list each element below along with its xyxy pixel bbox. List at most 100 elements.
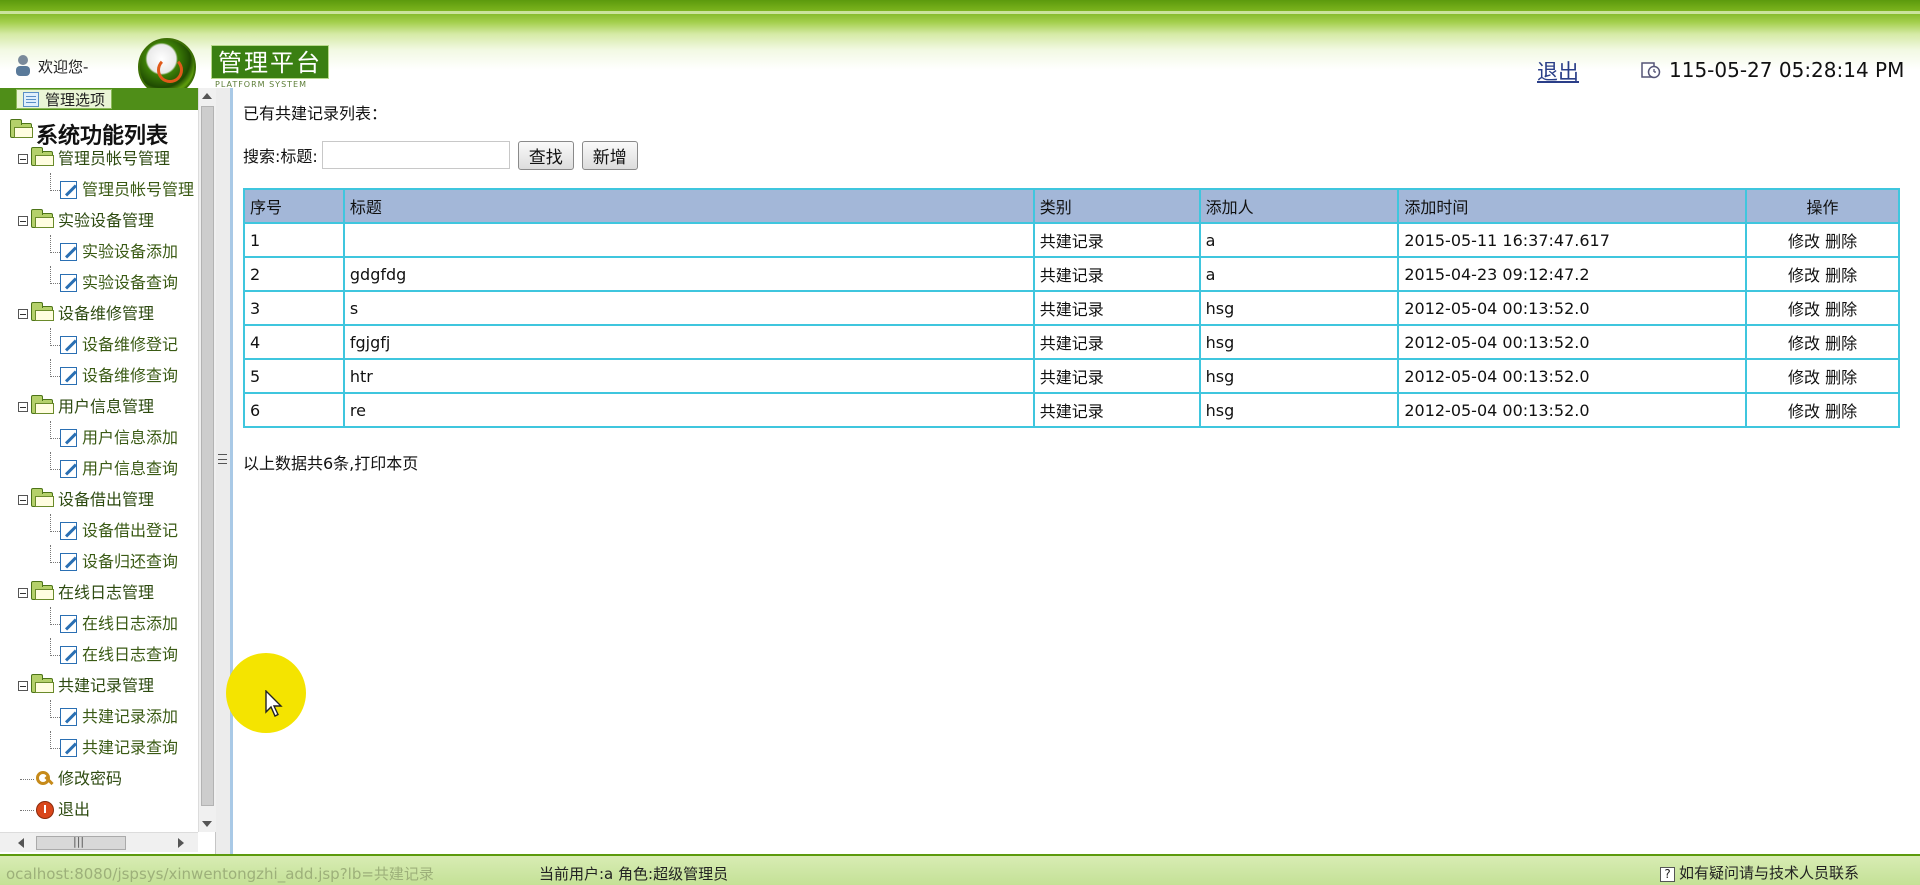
folder-open-icon	[31, 488, 54, 507]
tree-item-record-add[interactable]: 共建记录添加	[40, 700, 178, 728]
tree-item-repair-register[interactable]: 设备维修登记	[40, 328, 178, 356]
cell-time: 2012-05-04 00:13:52.0	[1397, 324, 1748, 360]
folder-open-icon	[31, 209, 54, 228]
cell-actions: 修改 删除	[1745, 358, 1900, 394]
tree-item-lend-register[interactable]: 设备借出登记	[40, 514, 178, 542]
tree-item-repair-query[interactable]: 设备维修查询	[40, 359, 178, 387]
tree-root: 系统功能列表	[10, 118, 168, 149]
collapse-icon[interactable]	[18, 495, 28, 505]
help-icon: ?	[1660, 867, 1675, 882]
cell-title: s	[342, 290, 1035, 326]
tree-item-equipment-add[interactable]: 实验设备添加	[40, 235, 178, 263]
delete-link[interactable]: 删除	[1825, 300, 1857, 319]
edit-page-icon	[60, 646, 77, 664]
tree-item-return-query[interactable]: 设备归还查询	[40, 545, 178, 573]
delete-link[interactable]: 删除	[1825, 232, 1857, 251]
edit-page-icon	[60, 708, 77, 726]
folder-open-icon	[10, 119, 33, 138]
scroll-up-icon[interactable]	[202, 93, 212, 99]
page-title: 已有共建记录列表：	[243, 104, 388, 123]
edit-link[interactable]: 修改	[1788, 334, 1820, 353]
cell-time: 2012-05-04 00:13:52.0	[1397, 290, 1748, 326]
cell-adder: hsg	[1198, 324, 1400, 360]
collapse-icon[interactable]	[18, 154, 28, 164]
cell-id: 3	[243, 290, 345, 326]
status-url: ocalhost:8080/jspsys/xinwentongzhi_add.j…	[6, 865, 434, 883]
cell-category: 共建记录	[1032, 256, 1201, 292]
tree-item-equipment-query[interactable]: 实验设备查询	[40, 266, 178, 294]
tree-group-admin-account[interactable]: 管理员帐号管理	[18, 147, 170, 170]
sidebar-horizontal-scrollbar[interactable]	[0, 832, 198, 852]
column-header: 序号	[243, 188, 345, 224]
user-icon	[14, 54, 32, 78]
cell-id: 4	[243, 324, 345, 360]
sidebar: 管理选项 系统功能列表 管理员帐号管理 管理员帐号管理 实验设备管理 实验设备添…	[0, 88, 216, 854]
table-row: 3 s 共建记录 hsg 2012-05-04 00:13:52.0 修改 删除	[243, 290, 1900, 326]
key-icon	[36, 771, 54, 787]
edit-link[interactable]: 修改	[1788, 368, 1820, 387]
current-user-info: 当前用户:a 角色:超级管理员	[539, 865, 729, 883]
tree-group-user-info[interactable]: 用户信息管理	[18, 395, 154, 418]
tree-item-user-add[interactable]: 用户信息添加	[40, 421, 178, 449]
tab-label: 管理选项	[45, 91, 106, 109]
search-title-input[interactable]	[321, 141, 510, 169]
cell-title: htr	[342, 358, 1035, 394]
cell-adder: a	[1198, 256, 1400, 292]
collapse-icon[interactable]	[18, 402, 28, 412]
scroll-left-icon[interactable]	[18, 838, 24, 848]
logout-link[interactable]: 退出	[1537, 56, 1579, 86]
delete-link[interactable]: 删除	[1825, 402, 1857, 421]
edit-link[interactable]: 修改	[1788, 402, 1820, 421]
cell-title	[342, 222, 1035, 258]
edit-page-icon	[60, 522, 77, 540]
scroll-right-icon[interactable]	[178, 838, 184, 848]
tree-item-log-query[interactable]: 在线日志查询	[40, 638, 178, 666]
collapse-icon[interactable]	[18, 588, 28, 598]
tree-item-change-password[interactable]: 修改密码	[18, 768, 122, 790]
tree-item-user-query[interactable]: 用户信息查询	[40, 452, 178, 480]
search-button[interactable]: 查找	[517, 140, 574, 170]
cell-id: 5	[243, 358, 345, 394]
tab-manage-options[interactable]: 管理选项	[16, 89, 113, 109]
edit-page-icon	[60, 429, 77, 447]
edit-page-icon	[60, 553, 77, 571]
cell-category: 共建记录	[1032, 222, 1201, 258]
scroll-thumb[interactable]	[201, 106, 214, 806]
edit-link[interactable]: 修改	[1788, 300, 1820, 319]
mouse-pointer-icon	[265, 690, 283, 717]
cell-adder: hsg	[1198, 358, 1400, 394]
header-stripe	[0, 11, 1920, 14]
records-table: 序号 标题 类别 添加人 添加时间 操作 1 共建记录 a 2015-05-11…	[243, 188, 1900, 428]
splitter-grip-icon[interactable]	[218, 454, 227, 464]
tree-group-joint-record[interactable]: 共建记录管理	[18, 674, 154, 697]
delete-link[interactable]: 删除	[1825, 334, 1857, 353]
tree-item-log-add[interactable]: 在线日志添加	[40, 607, 178, 635]
tree-item-admin-account[interactable]: 管理员帐号管理	[40, 173, 194, 201]
frame-splitter[interactable]	[216, 88, 230, 854]
tree-group-online-log[interactable]: 在线日志管理	[18, 581, 154, 604]
scroll-thumb-horizontal[interactable]	[36, 835, 126, 850]
main-content: 已有共建记录列表： 搜索:标题: 查找 新增 序号 标题 类别 添加人 添加时间…	[233, 88, 1920, 854]
delete-link[interactable]: 删除	[1825, 266, 1857, 285]
cell-id: 6	[243, 392, 345, 428]
sidebar-vertical-scrollbar[interactable]	[198, 88, 216, 832]
collapse-icon[interactable]	[18, 309, 28, 319]
tree-group-lending[interactable]: 设备借出管理	[18, 488, 154, 511]
collapse-icon[interactable]	[18, 681, 28, 691]
datetime-text: 115-05-27 05:28:14 PM	[1669, 58, 1905, 82]
tree-group-lab-equipment[interactable]: 实验设备管理	[18, 209, 154, 232]
collapse-icon[interactable]	[18, 216, 28, 226]
edit-link[interactable]: 修改	[1788, 232, 1820, 251]
folder-open-icon	[31, 581, 54, 600]
edit-page-icon	[60, 615, 77, 633]
help-label: 如有疑问请与技术人员联系	[1679, 864, 1860, 882]
add-button[interactable]: 新增	[581, 140, 638, 170]
tree-group-repair[interactable]: 设备维修管理	[18, 302, 154, 325]
edit-page-icon	[60, 460, 77, 478]
tree-item-logout[interactable]: 退出	[18, 799, 90, 821]
scroll-down-icon[interactable]	[202, 821, 212, 827]
cell-title: re	[342, 392, 1035, 428]
delete-link[interactable]: 删除	[1825, 368, 1857, 387]
tree-item-record-query[interactable]: 共建记录查询	[40, 731, 178, 759]
edit-link[interactable]: 修改	[1788, 266, 1820, 285]
